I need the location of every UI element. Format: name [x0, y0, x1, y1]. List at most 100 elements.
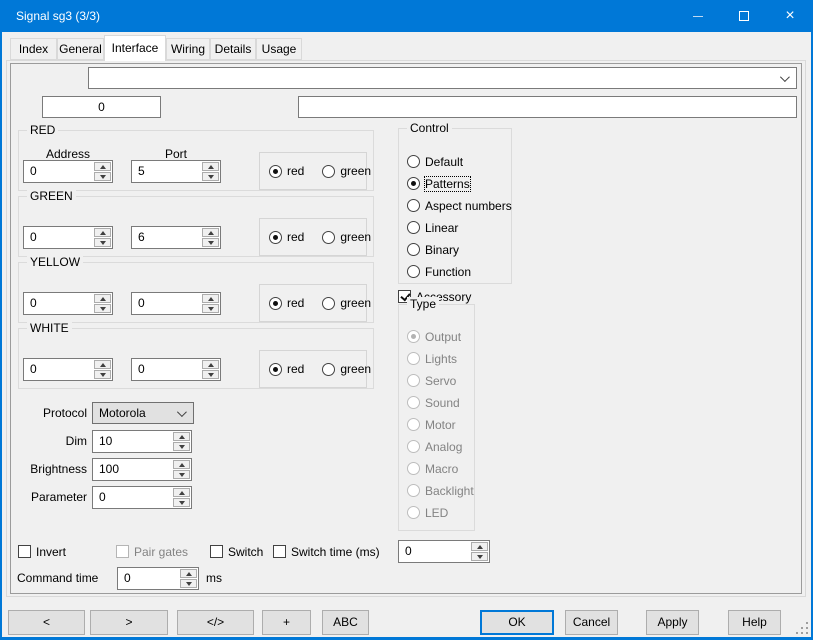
red-port-spinner[interactable]: 5 — [131, 160, 221, 183]
switch-time-spinner[interactable]: 0 — [398, 540, 490, 563]
radio-icon[interactable] — [407, 243, 420, 256]
close-button[interactable]: × — [767, 0, 813, 32]
radio-icon[interactable] — [269, 231, 282, 244]
cancel-button[interactable]: Cancel — [565, 610, 618, 635]
radio-icon[interactable] — [407, 177, 420, 190]
radio-binary[interactable]: Binary — [407, 242, 459, 257]
switch-time-checkbox[interactable]: Switch time (ms) — [273, 544, 380, 559]
green-address-spinner[interactable]: 0 — [23, 226, 113, 249]
spin-down-button[interactable] — [173, 470, 190, 479]
radio-default[interactable]: Default — [407, 154, 463, 169]
radio-icon[interactable] — [407, 221, 420, 234]
white-gate-green-option[interactable]: green — [322, 362, 371, 377]
spin-down-button[interactable] — [94, 304, 111, 313]
radio-icon[interactable] — [322, 297, 335, 310]
uid-name-field[interactable] — [298, 96, 797, 118]
radio-icon[interactable] — [322, 231, 335, 244]
green-port-spinner[interactable]: 6 — [131, 226, 221, 249]
radio-icon[interactable] — [322, 363, 335, 376]
spinner-buttons[interactable] — [172, 431, 191, 452]
spin-down-button[interactable] — [471, 552, 488, 561]
yellow-port-spinner[interactable]: 0 — [131, 292, 221, 315]
spinner-buttons[interactable] — [201, 359, 220, 380]
spin-up-button[interactable] — [94, 228, 111, 237]
red-address-spinner[interactable]: 0 — [23, 160, 113, 183]
spin-down-button[interactable] — [94, 172, 111, 181]
spin-down-button[interactable] — [202, 370, 219, 379]
white-gate-red-option[interactable]: red — [269, 362, 304, 377]
spinner-buttons[interactable] — [172, 459, 191, 480]
spinner-buttons[interactable] — [93, 359, 112, 380]
spin-up-button[interactable] — [173, 488, 190, 497]
radio-icon[interactable] — [269, 363, 282, 376]
titlebar[interactable]: Signal sg3 (3/3) × — [0, 0, 813, 32]
spinner-buttons[interactable] — [93, 227, 112, 248]
radio-icon[interactable] — [322, 165, 335, 178]
red-gate-green-option[interactable]: green — [322, 164, 371, 179]
radio-icon[interactable] — [407, 265, 420, 278]
green-gate-red-option[interactable]: red — [269, 230, 304, 245]
checkbox-icon[interactable] — [210, 545, 223, 558]
checkbox-icon[interactable] — [18, 545, 31, 558]
spin-up-button[interactable] — [202, 228, 219, 237]
code-button[interactable]: </> — [177, 610, 254, 635]
tab-usage[interactable]: Usage — [256, 38, 302, 60]
radio-icon[interactable] — [407, 199, 420, 212]
radio-icon[interactable] — [269, 165, 282, 178]
spinner-buttons[interactable] — [179, 568, 198, 589]
spin-down-button[interactable] — [94, 370, 111, 379]
radio-icon[interactable] — [269, 297, 282, 310]
spin-up-button[interactable] — [202, 162, 219, 171]
interface-id-combobox[interactable] — [88, 67, 797, 89]
spin-up-button[interactable] — [94, 294, 111, 303]
ok-button[interactable]: OK — [480, 610, 554, 635]
tab-interface[interactable]: Interface — [104, 35, 166, 61]
spinner-buttons[interactable] — [470, 541, 489, 562]
white-address-spinner[interactable]: 0 — [23, 358, 113, 381]
tab-general[interactable]: General — [57, 38, 104, 60]
spinner-buttons[interactable] — [201, 161, 220, 182]
abc-button[interactable]: ABC — [322, 610, 369, 635]
tab-wiring[interactable]: Wiring — [166, 38, 210, 60]
nav-prev-button[interactable]: < — [8, 610, 85, 635]
spin-up-button[interactable] — [94, 162, 111, 171]
brightness-spinner[interactable]: 100 — [92, 458, 192, 481]
protocol-select[interactable]: Motorola — [92, 402, 194, 424]
add-button[interactable]: + — [262, 610, 311, 635]
resize-grip[interactable] — [796, 622, 810, 636]
spin-up-button[interactable] — [202, 360, 219, 369]
yellow-gate-red-option[interactable]: red — [269, 296, 304, 311]
tab-details[interactable]: Details — [210, 38, 256, 60]
spin-up-button[interactable] — [94, 360, 111, 369]
minimize-button[interactable] — [675, 0, 721, 32]
spin-up-button[interactable] — [173, 460, 190, 469]
yellow-gate-green-option[interactable]: green — [322, 296, 371, 311]
radio-icon[interactable] — [407, 155, 420, 168]
spinner-buttons[interactable] — [201, 227, 220, 248]
checkbox-icon[interactable] — [273, 545, 286, 558]
yellow-address-spinner[interactable]: 0 — [23, 292, 113, 315]
spin-down-button[interactable] — [94, 238, 111, 247]
spin-down-button[interactable] — [202, 172, 219, 181]
tab-index[interactable]: Index — [10, 38, 57, 60]
apply-button[interactable]: Apply — [646, 610, 699, 635]
spin-down-button[interactable] — [202, 304, 219, 313]
help-button[interactable]: Help — [728, 610, 781, 635]
spinner-buttons[interactable] — [93, 293, 112, 314]
spin-up-button[interactable] — [471, 542, 488, 551]
spin-down-button[interactable] — [173, 498, 190, 507]
maximize-button[interactable] — [721, 0, 767, 32]
switch-checkbox[interactable]: Switch — [210, 544, 263, 559]
radio-patterns[interactable]: Patterns — [407, 176, 470, 191]
radio-function[interactable]: Function — [407, 264, 471, 279]
spin-up-button[interactable] — [180, 569, 197, 578]
spinner-buttons[interactable] — [172, 487, 191, 508]
invert-checkbox[interactable]: Invert — [18, 544, 66, 559]
spinner-buttons[interactable] — [93, 161, 112, 182]
spin-up-button[interactable] — [202, 294, 219, 303]
spin-up-button[interactable] — [173, 432, 190, 441]
spin-down-button[interactable] — [180, 579, 197, 588]
bus-field[interactable]: 0 — [42, 96, 161, 118]
command-time-spinner[interactable]: 0 — [117, 567, 199, 590]
radio-aspect-numbers[interactable]: Aspect numbers — [407, 198, 512, 213]
